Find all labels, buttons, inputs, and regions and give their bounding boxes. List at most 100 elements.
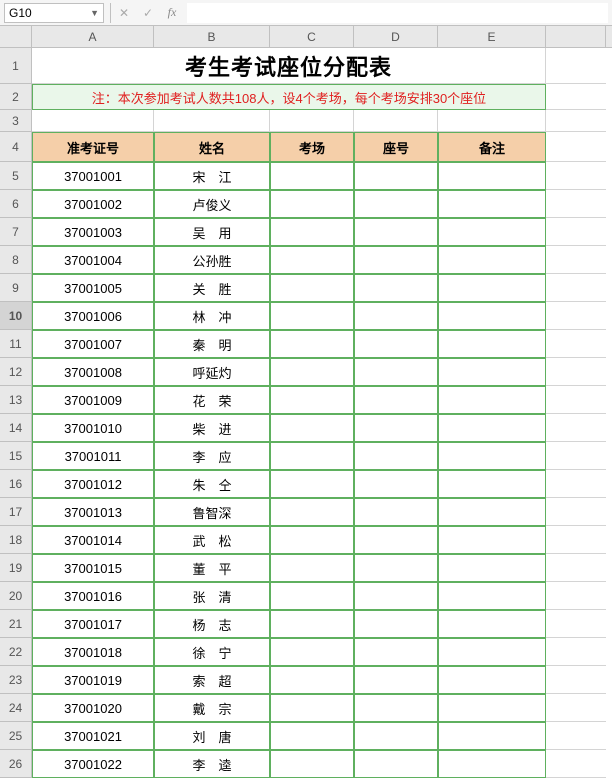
- cell-room[interactable]: [270, 638, 354, 666]
- cell-name[interactable]: 武 松: [154, 526, 270, 554]
- cell-remark[interactable]: [438, 190, 546, 218]
- cell-seat[interactable]: [354, 414, 438, 442]
- cell-seat[interactable]: [354, 358, 438, 386]
- cell-id[interactable]: 37001014: [32, 526, 154, 554]
- cell-B3[interactable]: [154, 110, 270, 132]
- cell-id[interactable]: 37001010: [32, 414, 154, 442]
- cell-remark[interactable]: [438, 386, 546, 414]
- row-header-7[interactable]: 7: [0, 218, 32, 246]
- cell-gutter[interactable]: [546, 750, 606, 778]
- cell-name[interactable]: 秦 明: [154, 330, 270, 358]
- row-header-5[interactable]: 5: [0, 162, 32, 190]
- cell-room[interactable]: [270, 246, 354, 274]
- row-header-20[interactable]: 20: [0, 582, 32, 610]
- cell-gutter[interactable]: [546, 526, 606, 554]
- cell-name[interactable]: 鲁智深: [154, 498, 270, 526]
- fx-icon[interactable]: fx: [165, 5, 179, 20]
- cell-name[interactable]: 卢俊义: [154, 190, 270, 218]
- cell-room[interactable]: [270, 302, 354, 330]
- cell-seat[interactable]: [354, 470, 438, 498]
- cell-name[interactable]: 花 荣: [154, 386, 270, 414]
- cell-remark[interactable]: [438, 162, 546, 190]
- header-room[interactable]: 考场: [270, 132, 354, 162]
- header-name[interactable]: 姓名: [154, 132, 270, 162]
- cell-name[interactable]: 刘 唐: [154, 722, 270, 750]
- cell-gutter[interactable]: [546, 470, 606, 498]
- cell-remark[interactable]: [438, 554, 546, 582]
- row-header-2[interactable]: 2: [0, 84, 32, 110]
- cell-id[interactable]: 37001003: [32, 218, 154, 246]
- cell-gutter[interactable]: [546, 386, 606, 414]
- cell-seat[interactable]: [354, 554, 438, 582]
- cell-remark[interactable]: [438, 498, 546, 526]
- cell-remark[interactable]: [438, 470, 546, 498]
- cell-name[interactable]: 徐 宁: [154, 638, 270, 666]
- cell-id[interactable]: 37001021: [32, 722, 154, 750]
- cell-gutter[interactable]: [546, 330, 606, 358]
- cell-room[interactable]: [270, 470, 354, 498]
- cell-id[interactable]: 37001002: [32, 190, 154, 218]
- cell-seat[interactable]: [354, 246, 438, 274]
- cell-gutter[interactable]: [546, 694, 606, 722]
- cell-remark[interactable]: [438, 218, 546, 246]
- cell-gutter[interactable]: [546, 498, 606, 526]
- cell-gutter[interactable]: [546, 554, 606, 582]
- cell-id[interactable]: 37001001: [32, 162, 154, 190]
- cell-seat[interactable]: [354, 302, 438, 330]
- cell-name[interactable]: 李 应: [154, 442, 270, 470]
- cell-id[interactable]: 37001007: [32, 330, 154, 358]
- title-cell[interactable]: 考生考试座位分配表: [32, 48, 546, 84]
- cell-room[interactable]: [270, 582, 354, 610]
- cell-gutter[interactable]: [546, 218, 606, 246]
- cell-room[interactable]: [270, 610, 354, 638]
- col-header-D[interactable]: D: [354, 26, 438, 47]
- cell-gutter[interactable]: [546, 638, 606, 666]
- cell-room[interactable]: [270, 526, 354, 554]
- cell-gutter[interactable]: [546, 414, 606, 442]
- row-header-10[interactable]: 10: [0, 302, 32, 330]
- row-header-15[interactable]: 15: [0, 442, 32, 470]
- cell-seat[interactable]: [354, 498, 438, 526]
- cell-gutter[interactable]: [546, 302, 606, 330]
- cell-name[interactable]: 张 清: [154, 582, 270, 610]
- cell-room[interactable]: [270, 330, 354, 358]
- cell-seat[interactable]: [354, 526, 438, 554]
- cell-remark[interactable]: [438, 638, 546, 666]
- cell-remark[interactable]: [438, 330, 546, 358]
- cell-room[interactable]: [270, 190, 354, 218]
- cell-name[interactable]: 杨 志: [154, 610, 270, 638]
- cell-name[interactable]: 柴 进: [154, 414, 270, 442]
- cell-seat[interactable]: [354, 750, 438, 778]
- cell-room[interactable]: [270, 554, 354, 582]
- row-header-9[interactable]: 9: [0, 274, 32, 302]
- cell-id[interactable]: 37001017: [32, 610, 154, 638]
- cell-room[interactable]: [270, 162, 354, 190]
- row-header-16[interactable]: 16: [0, 470, 32, 498]
- col-header-E[interactable]: E: [438, 26, 546, 47]
- formula-input[interactable]: [187, 3, 608, 23]
- cell-room[interactable]: [270, 666, 354, 694]
- col-header-A[interactable]: A: [32, 26, 154, 47]
- cell-id[interactable]: 37001018: [32, 638, 154, 666]
- cell-room[interactable]: [270, 414, 354, 442]
- cell-seat[interactable]: [354, 666, 438, 694]
- cell-room[interactable]: [270, 498, 354, 526]
- cell-gutter[interactable]: [546, 358, 606, 386]
- cell-id[interactable]: 37001020: [32, 694, 154, 722]
- cell-gutter[interactable]: [546, 48, 606, 84]
- name-box-dropdown-icon[interactable]: ▼: [90, 8, 99, 18]
- row-header-18[interactable]: 18: [0, 526, 32, 554]
- cell-gutter[interactable]: [546, 274, 606, 302]
- cell-seat[interactable]: [354, 722, 438, 750]
- cell-gutter[interactable]: [546, 442, 606, 470]
- row-header-11[interactable]: 11: [0, 330, 32, 358]
- cell-id[interactable]: 37001009: [32, 386, 154, 414]
- cell-gutter[interactable]: [546, 666, 606, 694]
- row-header-12[interactable]: 12: [0, 358, 32, 386]
- cell-name[interactable]: 朱 仝: [154, 470, 270, 498]
- cell-seat[interactable]: [354, 218, 438, 246]
- cell-gutter[interactable]: [546, 84, 606, 110]
- cell-remark[interactable]: [438, 442, 546, 470]
- cell-seat[interactable]: [354, 610, 438, 638]
- cell-name[interactable]: 戴 宗: [154, 694, 270, 722]
